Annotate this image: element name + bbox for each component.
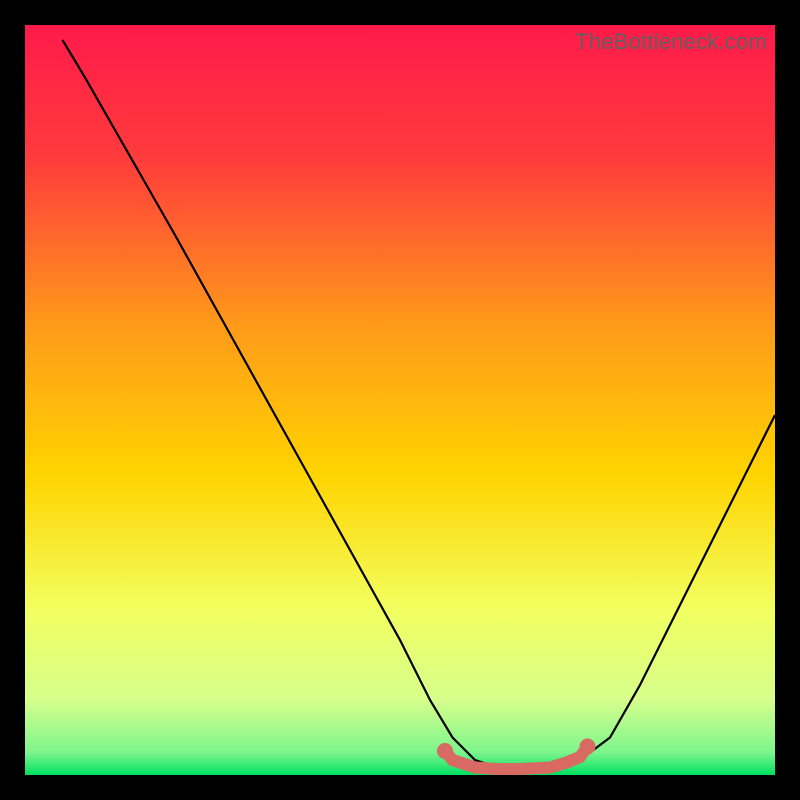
accent-dot	[492, 763, 504, 775]
watermark-text: TheBottleneck.com	[575, 29, 767, 55]
accent-dot	[514, 763, 526, 775]
accent-dot	[544, 762, 556, 774]
gradient-background	[25, 25, 775, 775]
accent-dot	[469, 762, 481, 774]
accent-dot	[559, 757, 571, 769]
chart-frame: TheBottleneck.com	[25, 25, 775, 775]
chart-svg	[25, 25, 775, 775]
accent-dot	[580, 739, 596, 755]
accent-dot	[447, 754, 459, 766]
